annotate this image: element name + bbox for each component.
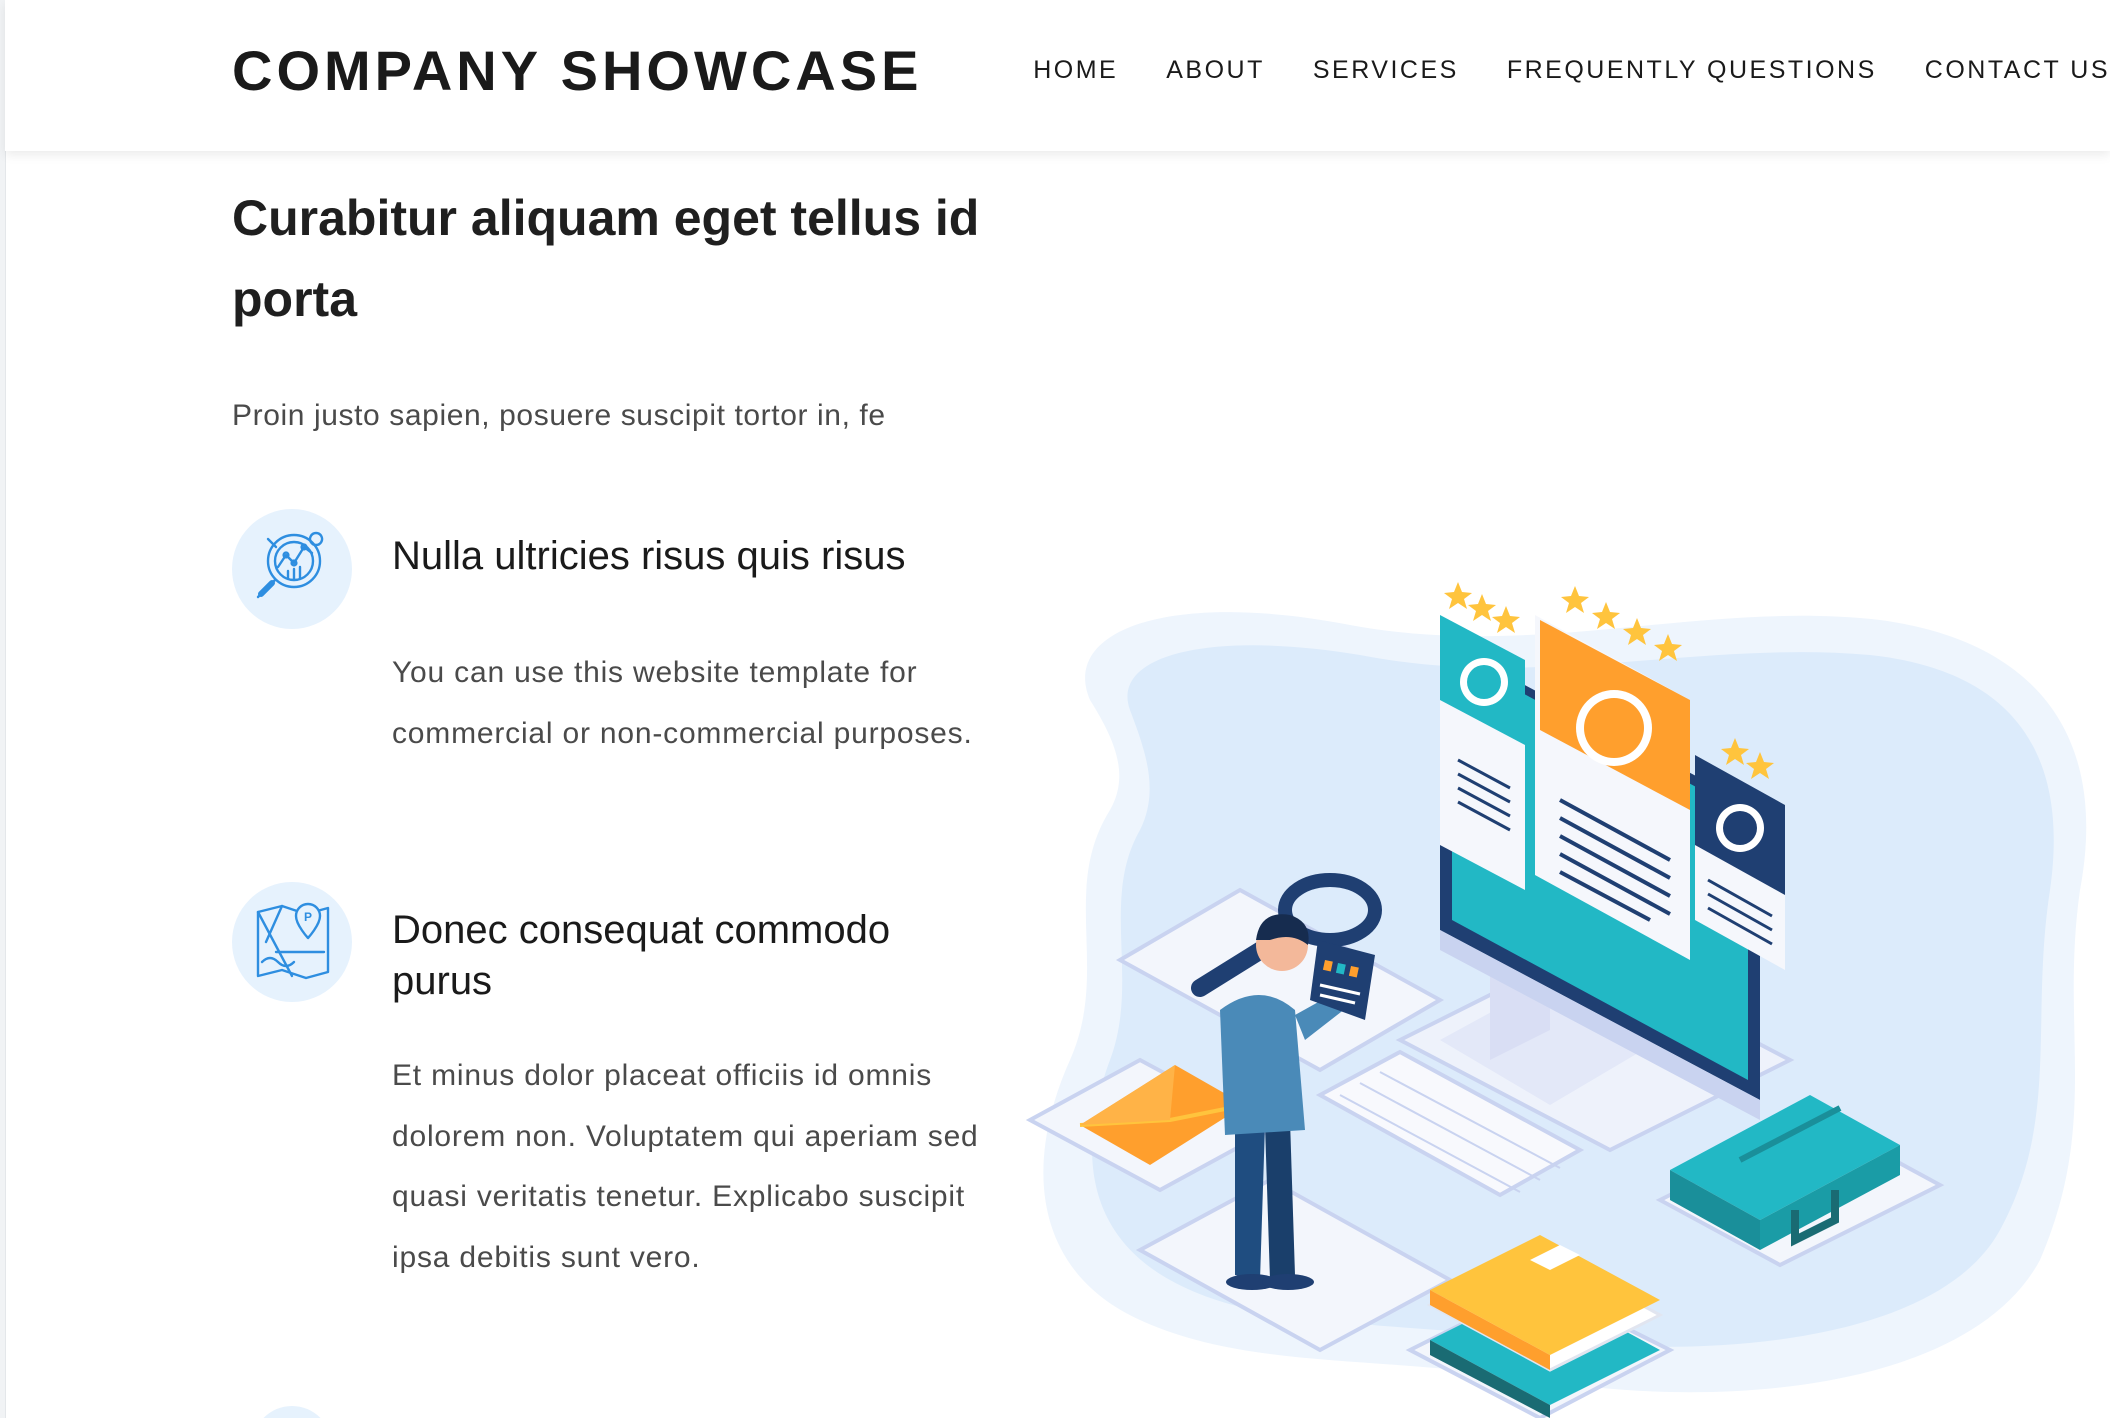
analytics-search-icon <box>232 509 352 629</box>
feature-3-icon-partial <box>252 1406 332 1418</box>
svg-text:P: P <box>304 910 312 924</box>
site-header: COMPANY SHOWCASE HOME ABOUT SERVICES FRE… <box>5 0 2110 151</box>
feature-2-title: Donec consequat commodo purus <box>392 908 891 1003</box>
hero-title: Curabitur aliquam eget tellus id porta <box>232 190 980 327</box>
hero-subtitle: Proin justo sapien, posuere suscipit tor… <box>232 399 886 432</box>
main-nav: HOME ABOUT SERVICES FREQUENTLY QUESTIONS… <box>1033 52 2110 88</box>
feature-1-title: Nulla ultricies risus quis risus <box>392 534 906 578</box>
brand-logo-text[interactable]: COMPANY SHOWCASE <box>232 40 922 102</box>
window-edge <box>0 0 6 1418</box>
profile-card-teal <box>1440 615 1525 890</box>
hero-illustration <box>1025 582 2087 1418</box>
map-location-icon: P <box>232 882 352 1002</box>
nav-about[interactable]: ABOUT <box>1166 52 1265 88</box>
nav-services[interactable]: SERVICES <box>1313 52 1459 88</box>
feature-2-text: Et minus dolor placeat officiis id omnis… <box>392 1059 979 1274</box>
feature-1-text: You can use this website template for co… <box>392 656 973 750</box>
nav-contact[interactable]: CONTACT US <box>1925 52 2110 88</box>
nav-home[interactable]: HOME <box>1033 52 1118 88</box>
nav-faq[interactable]: FREQUENTLY QUESTIONS <box>1507 52 1877 88</box>
page: COMPANY SHOWCASE HOME ABOUT SERVICES FRE… <box>0 0 2110 1418</box>
